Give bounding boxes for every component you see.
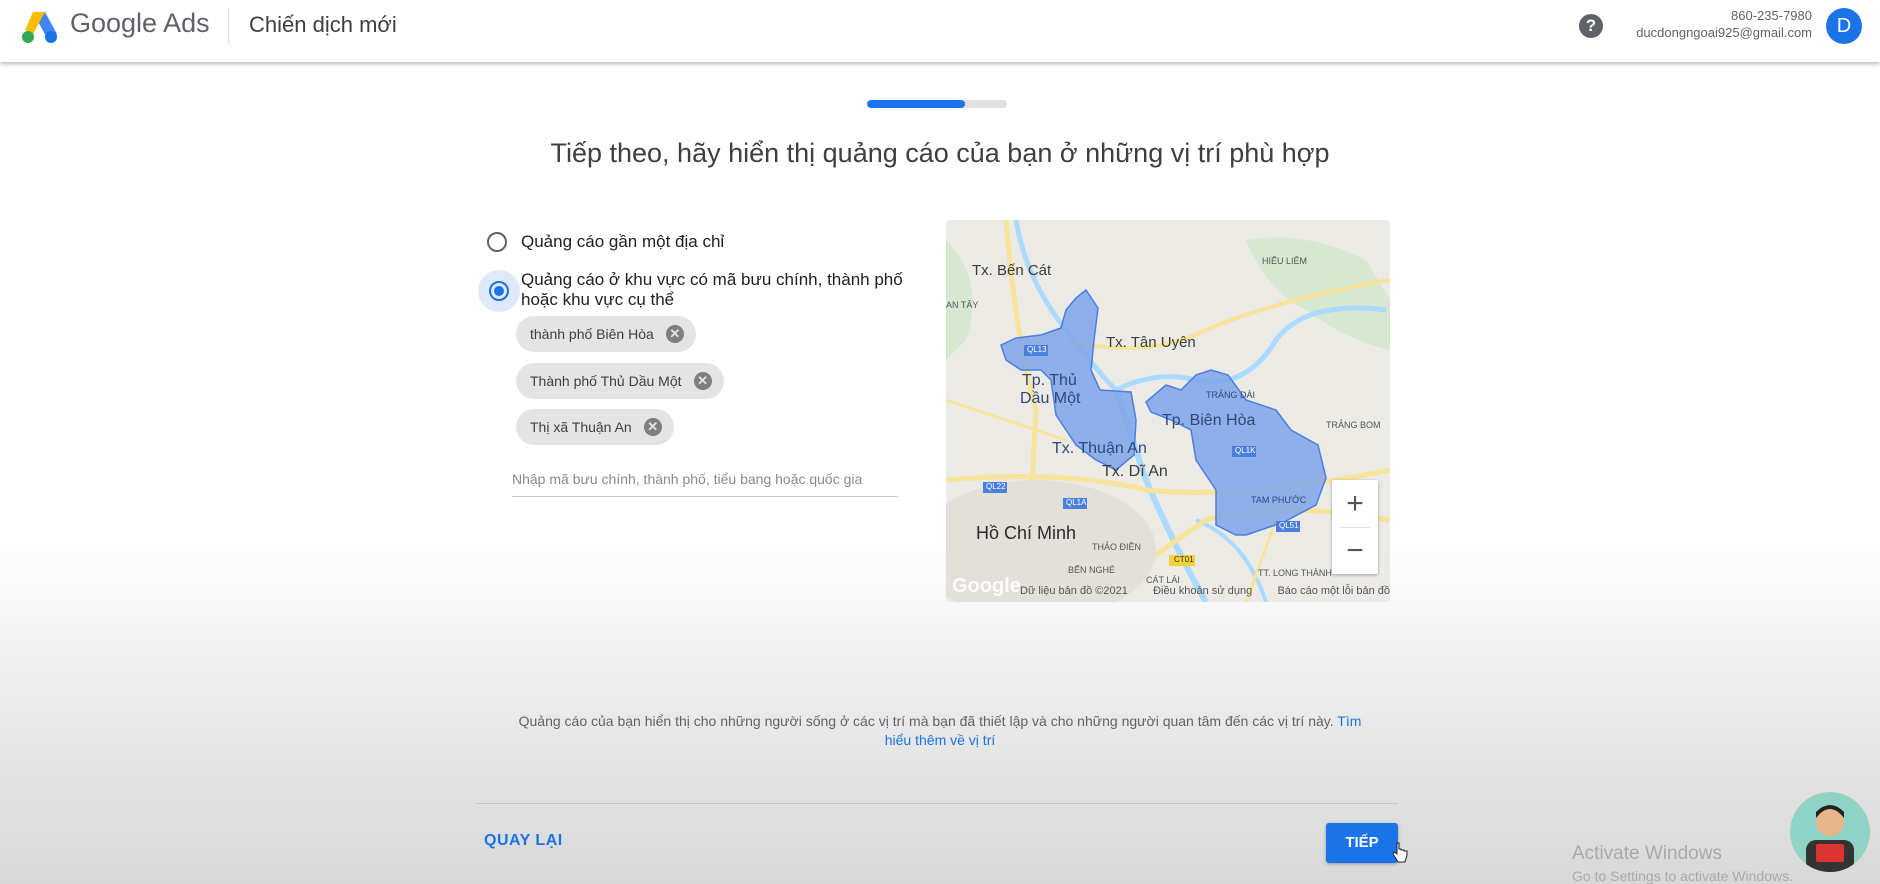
map-label: CT01 [1174, 555, 1194, 564]
map-label: TAM PHƯỚC [1251, 495, 1307, 505]
location-chip: Thị xã Thuận An ✕ [516, 409, 674, 445]
webcam-presenter-avatar [1790, 792, 1870, 872]
zoom-out-button[interactable]: − [1332, 527, 1378, 574]
option-specific-area-label[interactable]: Quảng cáo ở khu vực có mã bưu chính, thà… [521, 270, 903, 310]
back-button[interactable]: QUAY LẠI [484, 832, 563, 850]
map-label: Tx. Tân Uyên [1106, 334, 1196, 351]
info-text: Quảng cáo của bạn hiển thị cho những ngư… [518, 713, 1334, 729]
map-label: Tx. Dĩ An [1102, 463, 1168, 480]
option-specific-area-line2: hoặc khu vực cụ thể [521, 290, 675, 309]
google-map-watermark: Google [952, 575, 1021, 597]
radio-specific-area[interactable] [489, 281, 509, 301]
next-button[interactable]: TIẾP [1326, 823, 1398, 863]
footer-divider [476, 803, 1398, 804]
map-label: HIẾU LIÊM [1262, 256, 1308, 266]
account-email: ducdongngoai925@gmail.com [1636, 25, 1812, 40]
avatar[interactable]: D [1826, 8, 1862, 44]
map-label: Tp. Thủ [1022, 372, 1077, 389]
windows-activation-subtitle: Go to Settings to activate Windows. [1572, 868, 1793, 884]
map-label: Dầu Một [1020, 390, 1081, 407]
google-ads-logo-icon[interactable] [20, 10, 58, 44]
map-label: QL22 [986, 482, 1006, 491]
hand-cursor-icon [1392, 842, 1408, 863]
learn-more-link-part2: hiểu thêm về vị trí [884, 732, 996, 748]
option-near-address-label[interactable]: Quảng cáo gần một địa chỉ [521, 232, 724, 252]
map-terms-link[interactable]: Điều khoản sử dụng [1153, 585, 1252, 597]
location-chip: thành phố Biên Hòa ✕ [516, 316, 696, 352]
map-zoom-control: + − [1332, 480, 1378, 574]
chip-label: thành phố Biên Hòa [530, 326, 654, 342]
remove-chip-icon[interactable]: ✕ [693, 372, 712, 390]
top-app-bar: Google Ads Chiến dịch mới ? 860-235-7980… [0, 0, 1880, 62]
location-info-text: Quảng cáo của bạn hiển thị cho những ngư… [480, 712, 1400, 750]
map-label: QL1K [1235, 446, 1256, 455]
account-phone: 860-235-7980 [1731, 8, 1812, 23]
map-label: QL51 [1279, 521, 1299, 530]
remove-chip-icon[interactable]: ✕ [643, 418, 662, 436]
account-info[interactable]: 860-235-7980 ducdongngoai925@gmail.com [1636, 7, 1812, 41]
map-label: Tx. Bến Cát [972, 262, 1052, 279]
map-label: QL13 [1027, 345, 1047, 354]
map-label: Tx. Thuận An [1052, 440, 1147, 457]
header-divider [228, 8, 229, 44]
map-label: TRẢNG DÀI [1206, 390, 1256, 400]
map-label: TRẢNG BOM [1326, 420, 1381, 430]
remove-chip-icon[interactable]: ✕ [665, 325, 684, 343]
page-title: Chiến dịch mới [249, 12, 397, 37]
step-progress-bar [867, 100, 1007, 108]
location-search-input[interactable] [512, 462, 898, 497]
learn-more-link-part1: Tìm [1337, 713, 1362, 729]
map-label: Tp. Biên Hòa [1162, 412, 1256, 429]
help-icon[interactable]: ? [1579, 14, 1603, 38]
brand-name: Google Ads [70, 8, 210, 38]
map-credits: Dữ liệu bản đồ ©2021 Điều khoản sử dụng … [1020, 585, 1390, 597]
zoom-in-button[interactable]: + [1332, 480, 1378, 527]
progress-fill [867, 100, 965, 108]
location-map[interactable]: Tx. Bến Cát HIẾU LIÊM AN TÂY Tx. Tân Uyê… [946, 220, 1390, 602]
option-specific-area-line1: Quảng cáo ở khu vực có mã bưu chính, thà… [521, 270, 903, 289]
chip-label: Thị xã Thuận An [530, 419, 632, 435]
map-label: CÁT LÁI [1146, 575, 1180, 585]
map-label: TT. LONG THÀNH [1258, 568, 1332, 578]
radio-near-address[interactable] [487, 232, 507, 252]
presenter-illustration-icon [1790, 792, 1870, 872]
map-label: AN TÂY [946, 300, 979, 310]
map-data-credit: Dữ liệu bản đồ ©2021 [1020, 585, 1128, 597]
step-heading: Tiếp theo, hãy hiển thị quảng cáo của bạ… [550, 138, 1330, 168]
location-chip: Thành phố Thủ Dầu Một ✕ [516, 363, 724, 399]
map-report-link[interactable]: Báo cáo một lỗi bản đồ [1277, 585, 1390, 597]
map-label: BẾN NGHÉ [1068, 565, 1116, 575]
windows-activation-title: Activate Windows [1572, 843, 1722, 864]
map-label: Hồ Chí Minh [976, 523, 1077, 543]
chip-label: Thành phố Thủ Dầu Một [530, 373, 682, 389]
map-label: THẢO ĐIỀN [1092, 542, 1142, 552]
map-label: QL1A [1066, 498, 1087, 507]
